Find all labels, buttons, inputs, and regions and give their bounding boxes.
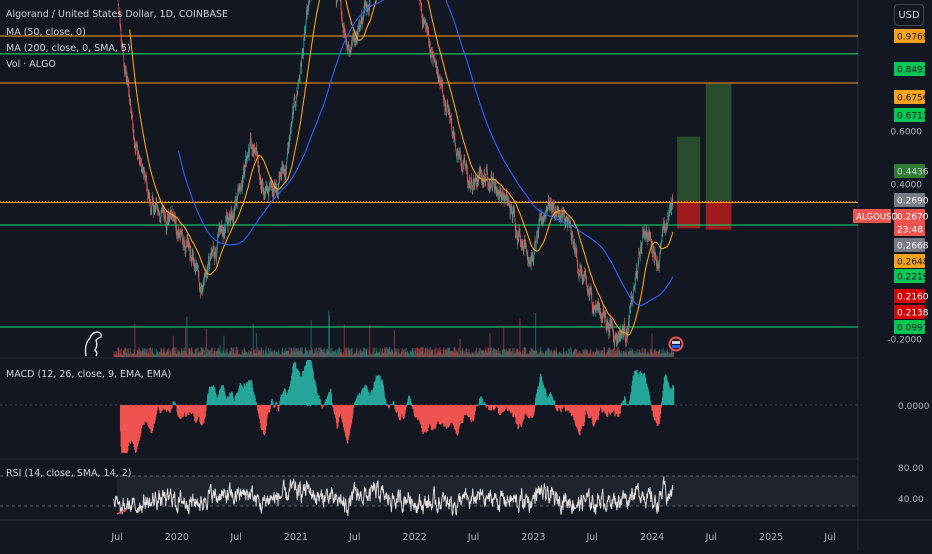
legend-ma50[interactable]: MA (50, close, 0) <box>6 27 86 38</box>
rsi-level-label: 80.00 <box>898 464 924 474</box>
price-badge-label: 0.2690 <box>897 197 929 207</box>
macd-histogram-bar <box>320 404 321 405</box>
currency-button[interactable]: USD <box>894 4 924 26</box>
long-position-stop-zone <box>677 201 700 228</box>
macd-histogram-bar <box>534 405 535 406</box>
macd-histogram-bar <box>387 405 388 406</box>
time-axis-label: 2020 <box>165 532 189 543</box>
rsi-band <box>117 476 858 506</box>
time-axis-label: 2022 <box>403 532 427 543</box>
price-badge-label: 0.2670 <box>897 213 929 223</box>
price-badge-label: 0.2668 <box>897 242 929 252</box>
macd-histogram-bar <box>476 404 477 405</box>
chart-root: 0.6000 0.4000 -0.2000 0.9769 0.8493 0.6756 0.6… <box>0 0 932 550</box>
macd-histogram-bar <box>620 405 621 407</box>
volume-bar <box>519 319 520 357</box>
time-axis-label: 2023 <box>521 532 545 543</box>
time-axis-label: 2024 <box>640 532 664 543</box>
macd-histogram-bar <box>331 402 332 405</box>
macd-histogram-bar <box>272 402 273 405</box>
macd-histogram-bar <box>627 405 628 406</box>
price-badge-label: 0.0997 <box>897 324 929 334</box>
rsi-title[interactable]: RSI (14, close, SMA, 14, 2) <box>6 468 131 479</box>
time-axis-label: Jul <box>110 532 122 543</box>
macd-histogram-bar <box>406 405 407 407</box>
volume-bar <box>329 315 330 357</box>
macd-histogram-bar <box>323 404 324 405</box>
rsi-level-label: 40.00 <box>898 495 924 505</box>
volume-bar <box>185 327 186 357</box>
ma50-line <box>130 0 673 335</box>
volume-bar <box>134 324 135 357</box>
long-position-target-zone <box>706 84 732 202</box>
legend-volume[interactable]: Vol · ALGO <box>6 59 56 70</box>
price-tick-label: 0.6000 <box>891 128 923 138</box>
macd-histogram-bar <box>322 405 323 407</box>
volume-bar <box>673 352 674 357</box>
macd-histogram-bar <box>554 401 555 405</box>
macd-histogram-bar <box>389 405 390 408</box>
price-badge-label: 0.6756 <box>897 94 929 104</box>
tradingview-dino-icon <box>86 332 102 356</box>
volume-bar <box>186 317 187 357</box>
macd-histogram-bar <box>627 404 628 405</box>
macd-histogram-bar <box>673 386 674 405</box>
rsi-pane <box>0 476 858 516</box>
volume-bar <box>369 325 370 357</box>
ma200-line <box>179 0 673 305</box>
time-axis-label: Jul <box>823 532 835 543</box>
time-axis-label: Jul <box>229 532 241 543</box>
time-axis-label: Jul <box>585 532 597 543</box>
volume-bar <box>344 325 345 357</box>
macd-histogram-bar <box>385 402 386 405</box>
macd-histogram-bar <box>256 403 257 405</box>
price-badge-label: 0.2138 <box>897 309 929 319</box>
price-badge-label: 0.9769 <box>897 33 929 43</box>
volume-bar <box>206 329 207 357</box>
macd-histogram-bar <box>476 405 477 406</box>
time-axis-label: Jul <box>705 532 717 543</box>
macd-histogram-bar <box>205 405 206 411</box>
price-badge-label: 0.2219 <box>897 273 929 283</box>
price-badge-label: 23:48 <box>897 226 923 236</box>
time-axis-label: 2021 <box>284 532 308 543</box>
macd-histogram-bar <box>353 405 354 408</box>
macd-zero-label: 0.0000 <box>898 402 930 412</box>
time-axis-label: Jul <box>348 532 360 543</box>
macd-histogram-bar <box>485 404 486 405</box>
price-badge-label: 0.8493 <box>897 66 929 76</box>
time-axis-label: 2025 <box>759 532 783 543</box>
time-axis-label: Jul <box>467 532 479 543</box>
macd-title[interactable]: MACD (12, 26, close, 9, EMA, EMA) <box>6 369 171 380</box>
chart-canvas[interactable]: 0.6000 0.4000 -0.2000 0.9769 0.8493 0.6756 0.6… <box>0 0 932 550</box>
macd-histogram-bar <box>270 405 271 409</box>
symbol-title: Algorand / United States Dollar, 1D, COI… <box>6 9 228 20</box>
volume-bar <box>256 333 257 357</box>
replay-flag-icon <box>670 338 683 351</box>
macd-histogram-bar <box>650 404 651 405</box>
legend-ma200[interactable]: MA (200, close, 0, SMA, 5) <box>6 43 131 54</box>
price-badge-label: 0.2160 <box>897 293 929 303</box>
macd-histogram-bar <box>276 403 277 405</box>
price-badge-label: 0.2648 <box>897 258 929 268</box>
macd-histogram-bar <box>175 403 176 405</box>
long-position-target-zone <box>677 137 700 202</box>
price-tick-label: -0.2000 <box>887 336 922 346</box>
macd-histogram-bar <box>534 405 535 412</box>
price-badge-label: 0.4436 <box>897 168 929 178</box>
macd-histogram-bar <box>279 405 280 406</box>
macd-histogram-bar <box>278 405 279 411</box>
price-badge-label: 0.6713 <box>897 112 929 122</box>
macd-histogram-bar <box>411 403 412 405</box>
symbol-badge-label: ALGOUSD <box>856 213 898 223</box>
macd-histogram-bar <box>274 405 275 407</box>
macd-histogram-bar <box>387 404 388 405</box>
price-tick-label: 0.4000 <box>891 181 923 191</box>
macd-histogram-bar <box>661 405 662 408</box>
macd-histogram-bar <box>393 401 394 405</box>
macd-histogram-bar <box>171 405 172 408</box>
macd-histogram-bar <box>477 405 478 406</box>
